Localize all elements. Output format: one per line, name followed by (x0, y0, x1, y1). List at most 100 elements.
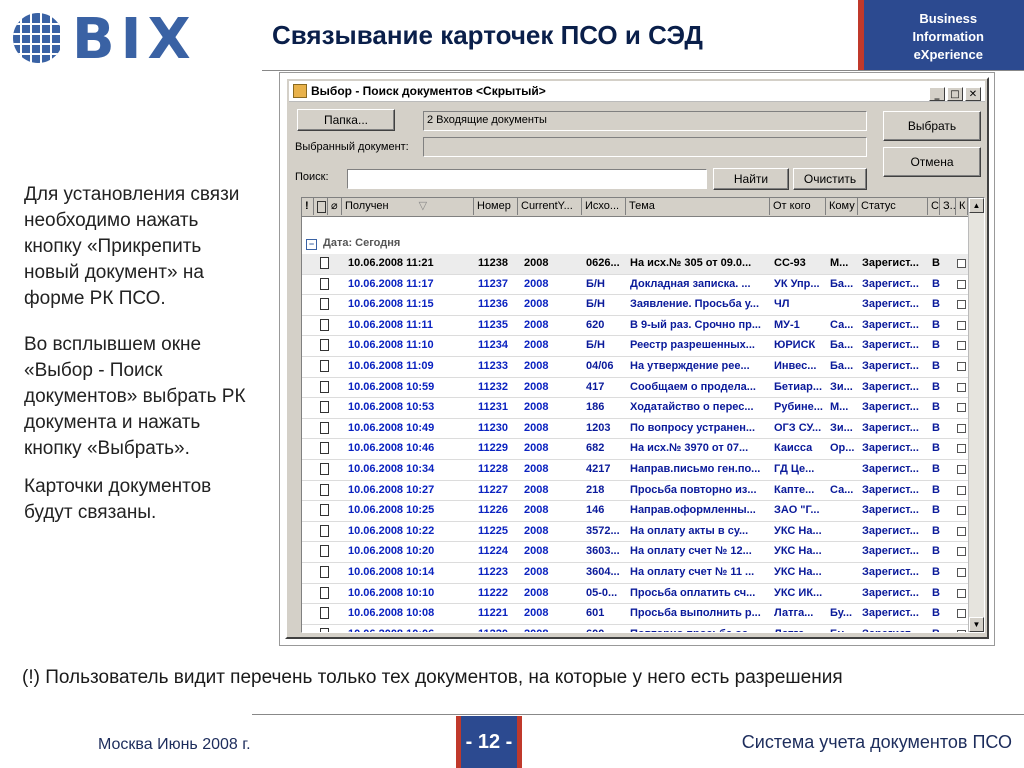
row-checkbox[interactable] (957, 526, 966, 536)
close-icon[interactable]: ✕ (965, 87, 981, 101)
col-from[interactable]: От кого (770, 198, 826, 215)
cell-to: М... (830, 257, 849, 269)
table-row[interactable]: 10.06.2008 11:11 11235 2008 620 В 9-ый раз. … (302, 316, 968, 337)
grid-scrollbar[interactable]: ▲ ▼ (968, 198, 984, 632)
document-icon (320, 442, 329, 455)
row-checkbox[interactable] (957, 485, 966, 495)
cell-out: 04/06 (586, 359, 614, 372)
row-checkbox[interactable] (957, 279, 966, 289)
table-row[interactable]: 10.06.2008 10:34 11228 2008 4217 Направ.пись… (302, 460, 968, 481)
cell-from: ОГЗ СУ... (774, 421, 822, 434)
cell-from: Латга... (774, 625, 826, 632)
cell-from: Бетиар... (774, 380, 823, 393)
row-checkbox[interactable] (957, 588, 966, 598)
cell-received: 10.06.2008 10:49 (348, 421, 435, 434)
table-row[interactable]: 10.06.2008 10:08 11221 2008 601 Просьба выпо… (302, 604, 968, 625)
document-icon (320, 339, 329, 352)
table-row[interactable]: 10.06.2008 10:53 11231 2008 186 Ходатайство … (302, 398, 968, 419)
cell-received: 10.06.2008 10:46 (348, 442, 435, 455)
col-doc-type[interactable] (314, 198, 328, 215)
row-checkbox[interactable] (957, 464, 966, 474)
row-checkbox[interactable] (957, 403, 966, 413)
document-icon (320, 277, 329, 290)
select-button[interactable]: Выбрать (883, 111, 981, 141)
row-checkbox[interactable] (957, 506, 966, 516)
row-checkbox[interactable] (957, 382, 966, 392)
folder-button[interactable]: Папка... (297, 109, 395, 131)
cell-year: 2008 (524, 380, 549, 393)
table-row[interactable]: 10.06.2008 10:14 11223 2008 3604... На оплат… (302, 563, 968, 584)
table-row[interactable]: 10.06.2008 10:10 11222 2008 05-0... Просьба … (302, 584, 968, 605)
row-checkbox[interactable] (957, 300, 966, 310)
col-status[interactable]: Статус (858, 198, 928, 215)
cell-out: 3572... (586, 524, 620, 537)
paperclip-icon: ⌀ (331, 200, 338, 212)
cell-num: 11238 (478, 257, 508, 269)
cell-c: В (932, 545, 940, 558)
col-received[interactable]: Получен ▽ (342, 198, 474, 215)
cell-year: 2008 (524, 298, 549, 311)
cell-c: В (932, 504, 940, 517)
maximize-icon[interactable]: □ (947, 87, 963, 101)
row-checkbox[interactable] (957, 547, 966, 557)
cell-theme: На оплату счет № 11 ... (630, 565, 755, 578)
cell-status: Зарегист... (862, 545, 919, 558)
col-number[interactable]: Номер (474, 198, 518, 215)
collapse-icon[interactable]: − (306, 239, 317, 250)
dialog-titlebar[interactable]: Выбор - Поиск документов <Скрытый> _ □ ✕ (289, 81, 985, 102)
table-row[interactable]: 10.06.2008 11:17 11237 2008 Б/Н Докладная за… (302, 275, 968, 296)
row-checkbox[interactable] (957, 361, 966, 371)
row-checkbox[interactable] (957, 320, 966, 330)
cell-num: 11227 (478, 483, 508, 496)
selected-document-field[interactable] (423, 137, 867, 157)
clear-button[interactable]: Очистить (793, 168, 867, 190)
group-row[interactable]: − Дата: Сегодня (302, 234, 968, 252)
table-row[interactable]: 10.06.2008 10:06 11220 2008 600 Повторно про… (302, 625, 968, 632)
row-checkbox[interactable] (957, 444, 966, 454)
globe-icon (13, 13, 63, 63)
table-row[interactable]: 10.06.2008 11:10 11234 2008 Б/Н Реестр разре… (302, 336, 968, 357)
scroll-down-icon[interactable]: ▼ (969, 617, 984, 632)
cell-num: 11220 (478, 625, 518, 632)
table-row[interactable]: 10.06.2008 10:27 11227 2008 218 Просьба повт… (302, 481, 968, 502)
table-row[interactable]: 10.06.2008 11:09 11233 2008 04/06 На утвержд… (302, 357, 968, 378)
cell-year: 2008 (524, 442, 549, 455)
col-attachment[interactable]: ⌀ (328, 198, 342, 215)
col-z[interactable]: З.. (940, 198, 956, 215)
cell-received: 10.06.2008 10:22 (348, 524, 435, 537)
find-button[interactable]: Найти (713, 168, 789, 190)
col-current-year[interactable]: CurrentY... (518, 198, 582, 215)
row-checkbox[interactable] (957, 423, 966, 433)
table-row[interactable]: 10.06.2008 10:49 11230 2008 1203 По вопросу … (302, 419, 968, 440)
table-row[interactable]: 10.06.2008 10:46 11229 2008 682 На исх.№ 397… (302, 439, 968, 460)
corner-line: Business (919, 11, 978, 26)
table-row[interactable]: 10.06.2008 10:59 11232 2008 417 Сообщаем о п… (302, 378, 968, 399)
table-row[interactable]: 10.06.2008 11:21 11238 2008 0626... На исх.№… (302, 254, 968, 275)
table-row[interactable]: 10.06.2008 10:25 11226 2008 146 Направ.оформ… (302, 501, 968, 522)
col-to[interactable]: Кому (826, 198, 858, 215)
search-input[interactable] (347, 169, 707, 189)
cell-theme: Направ.оформленны... (630, 504, 756, 517)
cell-year: 2008 (524, 257, 549, 269)
col-c[interactable]: С (928, 198, 940, 215)
cancel-button[interactable]: Отмена (883, 147, 981, 177)
scroll-up-icon[interactable]: ▲ (969, 198, 984, 213)
table-row[interactable]: 10.06.2008 10:20 11224 2008 3603... На оплат… (302, 542, 968, 563)
col-theme[interactable]: Тема (626, 198, 770, 215)
col-importance[interactable]: ! (302, 198, 314, 215)
row-checkbox[interactable] (957, 609, 966, 619)
cell-c: В (932, 625, 942, 632)
cell-out: 3604... (586, 565, 620, 578)
cell-c: В (932, 257, 940, 269)
folder-field[interactable]: 2 Входящие документы (423, 111, 867, 131)
col-k[interactable]: К (956, 198, 968, 215)
row-checkbox[interactable] (957, 259, 966, 268)
row-checkbox[interactable] (957, 629, 966, 632)
corner-line: eXperience (913, 47, 983, 62)
table-row[interactable]: 10.06.2008 10:22 11225 2008 3572... На оплат… (302, 522, 968, 543)
col-outgoing[interactable]: Исхо... (582, 198, 626, 215)
row-checkbox[interactable] (957, 567, 966, 577)
minimize-icon[interactable]: _ (929, 87, 945, 101)
row-checkbox[interactable] (957, 341, 966, 351)
table-row[interactable]: 10.06.2008 11:15 11236 2008 Б/Н Заявление. П… (302, 295, 968, 316)
